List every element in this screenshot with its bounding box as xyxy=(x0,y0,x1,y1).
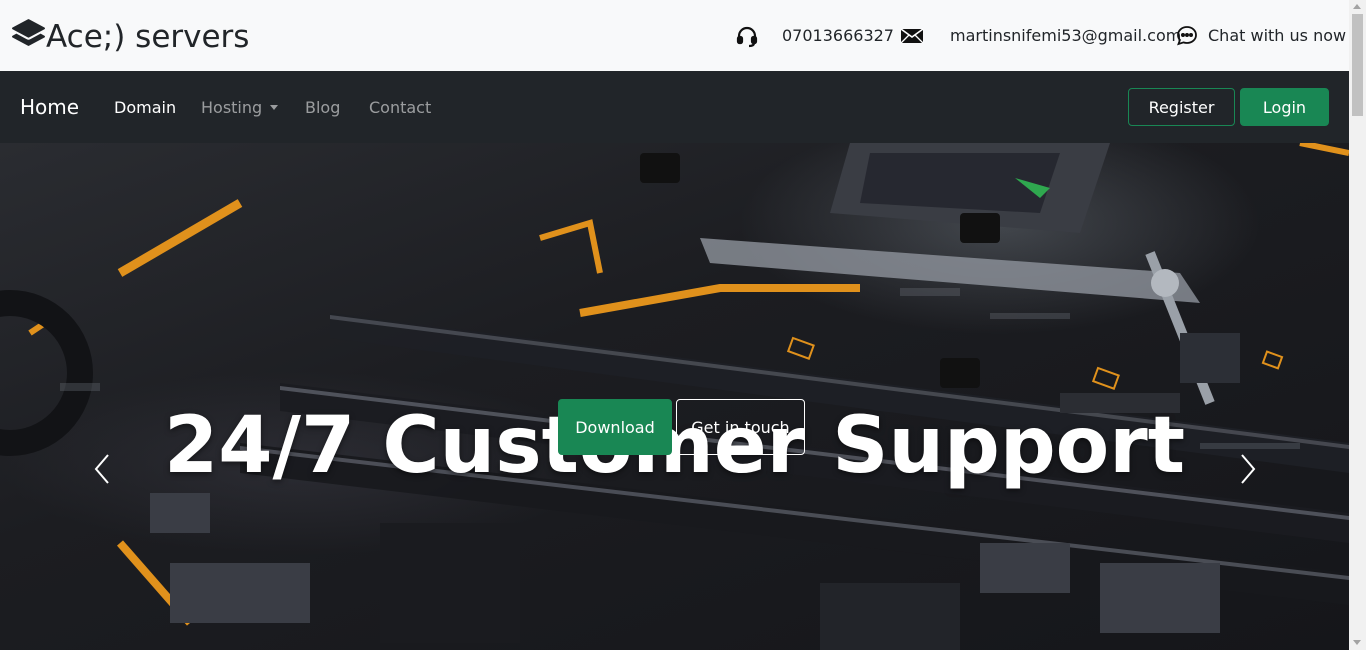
email-address[interactable]: martinsnifemi53@gmail.com xyxy=(950,0,1181,71)
nav-domain[interactable]: Domain xyxy=(114,71,176,143)
caret-down-icon xyxy=(270,104,279,110)
page-scrollbar[interactable] xyxy=(1349,0,1366,650)
motherboard-background-image xyxy=(0,143,1349,650)
nav-blog[interactable]: Blog xyxy=(305,71,340,143)
get-in-touch-button[interactable]: Get in touch xyxy=(676,399,805,455)
hero-carousel: 24/7 Customer Support xyxy=(0,143,1349,650)
register-button[interactable]: Register xyxy=(1128,88,1235,126)
phone-number[interactable]: 07013666327 xyxy=(782,0,894,71)
nav-home[interactable]: Home xyxy=(20,71,79,143)
chat-dots-icon xyxy=(1175,0,1199,71)
chat-link[interactable]: Chat with us now xyxy=(1208,0,1346,71)
brand-logo[interactable]: Ace;) servers xyxy=(12,16,249,57)
brand-name: Ace;) servers xyxy=(46,18,250,55)
download-button[interactable]: Download xyxy=(558,399,672,455)
scroll-thumb[interactable] xyxy=(1352,14,1363,116)
scroll-down-icon[interactable] xyxy=(1353,640,1361,645)
envelope-icon xyxy=(900,0,924,71)
top-contact-bar: Ace;) servers 07013666327 martinsnifemi5… xyxy=(0,0,1349,71)
carousel-prev-icon[interactable] xyxy=(90,451,114,487)
layers-icon xyxy=(12,16,46,57)
nav-contact[interactable]: Contact xyxy=(369,71,431,143)
login-button[interactable]: Login xyxy=(1240,88,1329,126)
scroll-up-icon[interactable] xyxy=(1353,4,1361,9)
headset-icon xyxy=(735,0,759,71)
nav-hosting[interactable]: Hosting xyxy=(201,71,279,143)
hero-title: 24/7 Customer Support xyxy=(163,401,1186,491)
carousel-next-icon[interactable] xyxy=(1236,451,1260,487)
nav-hosting-label: Hosting xyxy=(201,97,263,117)
